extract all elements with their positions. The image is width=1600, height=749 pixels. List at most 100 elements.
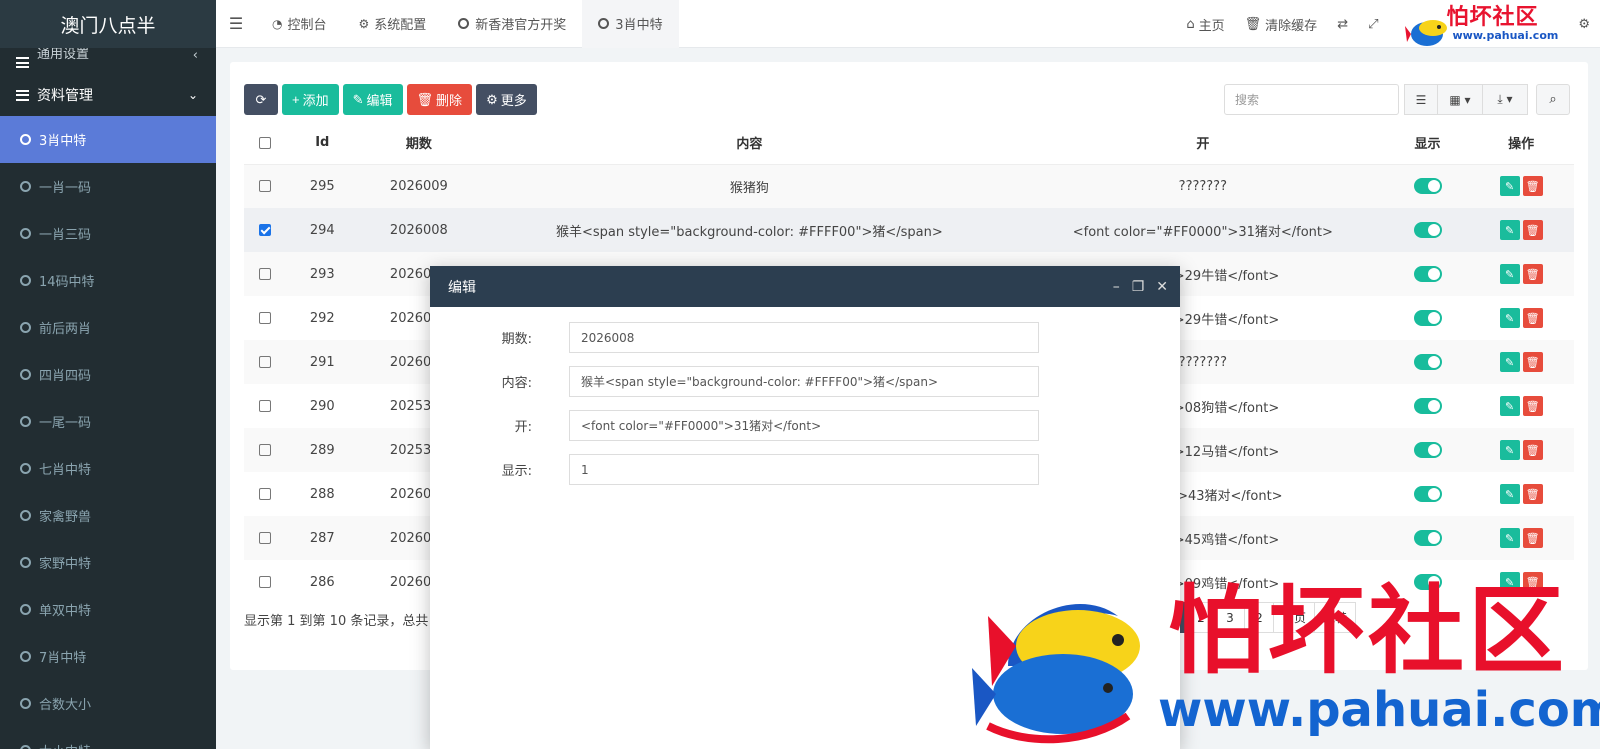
- export-button[interactable]: ⤓ ▾: [1482, 84, 1528, 115]
- open-field[interactable]: <font color="#FF0000">31猪对</font>: [569, 410, 1039, 441]
- sidebar-item[interactable]: 3肖中特: [0, 116, 216, 163]
- row-checkbox[interactable]: [259, 444, 272, 456]
- row-checkbox[interactable]: [259, 312, 272, 324]
- tab-dashboard[interactable]: ◔ 控制台: [256, 0, 343, 48]
- sidebar-item[interactable]: 单双中特: [0, 586, 216, 633]
- row-edit-button[interactable]: ✎: [1499, 440, 1520, 460]
- home-link[interactable]: ⌂ 主页: [1176, 15, 1234, 34]
- sidebar-item[interactable]: 七肖中特: [0, 445, 216, 492]
- row-checkbox[interactable]: [259, 488, 272, 500]
- show-toggle[interactable]: [1413, 222, 1442, 238]
- circle-icon: [20, 369, 31, 380]
- col-issue[interactable]: 期数: [357, 122, 480, 165]
- row-delete-button[interactable]: 🗑: [1522, 220, 1543, 240]
- row-checkbox[interactable]: [259, 532, 272, 544]
- show-toggle[interactable]: [1413, 398, 1442, 414]
- delete-button[interactable]: 🗑 删除: [406, 84, 473, 115]
- row-edit-button[interactable]: ✎: [1499, 176, 1520, 197]
- col-content[interactable]: 内容: [479, 122, 1019, 165]
- show-toggle[interactable]: [1413, 486, 1442, 502]
- row-checkbox[interactable]: [259, 224, 272, 236]
- show-toggle[interactable]: [1413, 178, 1442, 195]
- sidebar-item[interactable]: 家禽野兽: [0, 492, 216, 539]
- col-show[interactable]: 显示: [1386, 122, 1469, 165]
- sidebar-item[interactable]: 7肖中特: [0, 633, 216, 680]
- sidebar-item[interactable]: 前后两肖: [0, 304, 216, 351]
- row-checkbox[interactable]: [259, 180, 272, 193]
- row-delete-button[interactable]: 🗑: [1522, 176, 1543, 197]
- row-edit-button[interactable]: ✎: [1499, 264, 1520, 284]
- row-delete-button[interactable]: 🗑: [1522, 484, 1543, 504]
- row-delete-button[interactable]: 🗑: [1522, 396, 1543, 416]
- sidebar-item[interactable]: 一尾一码: [0, 398, 216, 445]
- menu-toggle-icon[interactable]: ☰: [216, 14, 256, 33]
- fullscreen-button[interactable]: ⤢: [1358, 17, 1388, 32]
- page-button[interactable]: 下页: [1273, 602, 1316, 633]
- sidebar-item[interactable]: 14码中特: [0, 257, 216, 304]
- row-edit-button[interactable]: ✎: [1499, 572, 1520, 592]
- row-delete-button[interactable]: 🗑: [1522, 528, 1543, 548]
- row-edit-button[interactable]: ✎: [1499, 396, 1520, 416]
- translate-button[interactable]: ⇄: [1327, 17, 1358, 32]
- row-delete-button[interactable]: 🗑: [1522, 264, 1543, 284]
- page-button[interactable]: 3: [1215, 602, 1245, 633]
- row-edit-button[interactable]: ✎: [1499, 308, 1520, 328]
- page-button[interactable]: 2: [1244, 602, 1274, 633]
- grid-icon: ▦ ▾: [1449, 92, 1471, 107]
- col-id[interactable]: Id: [286, 122, 358, 165]
- columns-button[interactable]: ▦ ▾: [1437, 84, 1483, 115]
- add-button[interactable]: + 添加: [282, 84, 339, 115]
- sidebar-item[interactable]: 一肖三码: [0, 210, 216, 257]
- delete-label: 删除: [436, 93, 463, 108]
- issue-field[interactable]: 2026008: [569, 322, 1039, 353]
- show-toggle[interactable]: [1413, 266, 1442, 282]
- sidebar-item[interactable]: 一肖一码: [0, 163, 216, 210]
- col-open[interactable]: 开: [1018, 122, 1387, 165]
- tab-system-config[interactable]: ⚙ 系统配置: [343, 0, 443, 48]
- row-edit-button[interactable]: ✎: [1499, 484, 1520, 504]
- show-field[interactable]: 1: [569, 454, 1039, 485]
- sidebar-item[interactable]: 家野中特: [0, 539, 216, 586]
- minimize-icon[interactable]: –: [1113, 279, 1120, 295]
- select-all-checkbox[interactable]: [259, 136, 272, 149]
- show-toggle[interactable]: [1413, 310, 1442, 326]
- toggle-view-button[interactable]: ☰: [1404, 84, 1438, 115]
- tab-hk-lottery[interactable]: 新香港官方开奖: [442, 0, 582, 48]
- row-edit-button[interactable]: ✎: [1499, 220, 1520, 240]
- search-button[interactable]: ⌕: [1536, 84, 1570, 115]
- row-checkbox[interactable]: [259, 576, 272, 588]
- tab-3xiao[interactable]: 3肖中特: [582, 0, 679, 48]
- row-checkbox[interactable]: [259, 356, 272, 368]
- edit-button[interactable]: ✎ 编辑: [342, 84, 403, 115]
- clear-cache-button[interactable]: 🗑 清除缓存: [1235, 15, 1328, 34]
- table-row[interactable]: 294 2026008 猴羊<span style="background-colo…: [244, 208, 1574, 252]
- page-button[interactable]: 2: [1186, 602, 1216, 633]
- settings-button[interactable]: ⚙: [1568, 17, 1600, 32]
- row-delete-button[interactable]: 🗑: [1522, 308, 1543, 328]
- maximize-icon[interactable]: ❐: [1132, 279, 1145, 295]
- close-icon[interactable]: ✕: [1156, 279, 1168, 295]
- sidebar-item-general-settings[interactable]: 通用设置 ‹: [0, 48, 216, 74]
- sidebar-item[interactable]: 合数大小: [0, 680, 216, 727]
- row-checkbox[interactable]: [259, 400, 272, 412]
- search-input[interactable]: 搜索: [1224, 84, 1399, 115]
- refresh-button[interactable]: ⟳: [244, 84, 278, 115]
- content-field[interactable]: 猴羊<span style="background-color: #FFFF00…: [569, 366, 1039, 397]
- page-button[interactable]: 跳转: [1314, 602, 1357, 633]
- row-edit-button[interactable]: ✎: [1499, 528, 1520, 548]
- row-delete-button[interactable]: 🗑: [1522, 572, 1543, 592]
- select-cell: [244, 208, 287, 252]
- more-button[interactable]: ⚙ 更多: [476, 84, 537, 115]
- show-toggle[interactable]: [1413, 354, 1442, 370]
- show-toggle[interactable]: [1413, 442, 1442, 458]
- row-delete-button[interactable]: 🗑: [1522, 440, 1543, 460]
- show-toggle[interactable]: [1413, 574, 1442, 590]
- row-edit-button[interactable]: ✎: [1499, 352, 1520, 372]
- sidebar-item[interactable]: 大小中特: [0, 727, 216, 749]
- sidebar-section-data-management[interactable]: 资料管理 ⌄: [0, 74, 216, 116]
- row-checkbox[interactable]: [259, 268, 272, 280]
- show-toggle[interactable]: [1413, 530, 1442, 546]
- sidebar-item[interactable]: 四肖四码: [0, 351, 216, 398]
- row-delete-button[interactable]: 🗑: [1522, 352, 1543, 372]
- table-row[interactable]: 295 2026009 猴猪狗??????? ✎ 🗑: [244, 164, 1574, 208]
